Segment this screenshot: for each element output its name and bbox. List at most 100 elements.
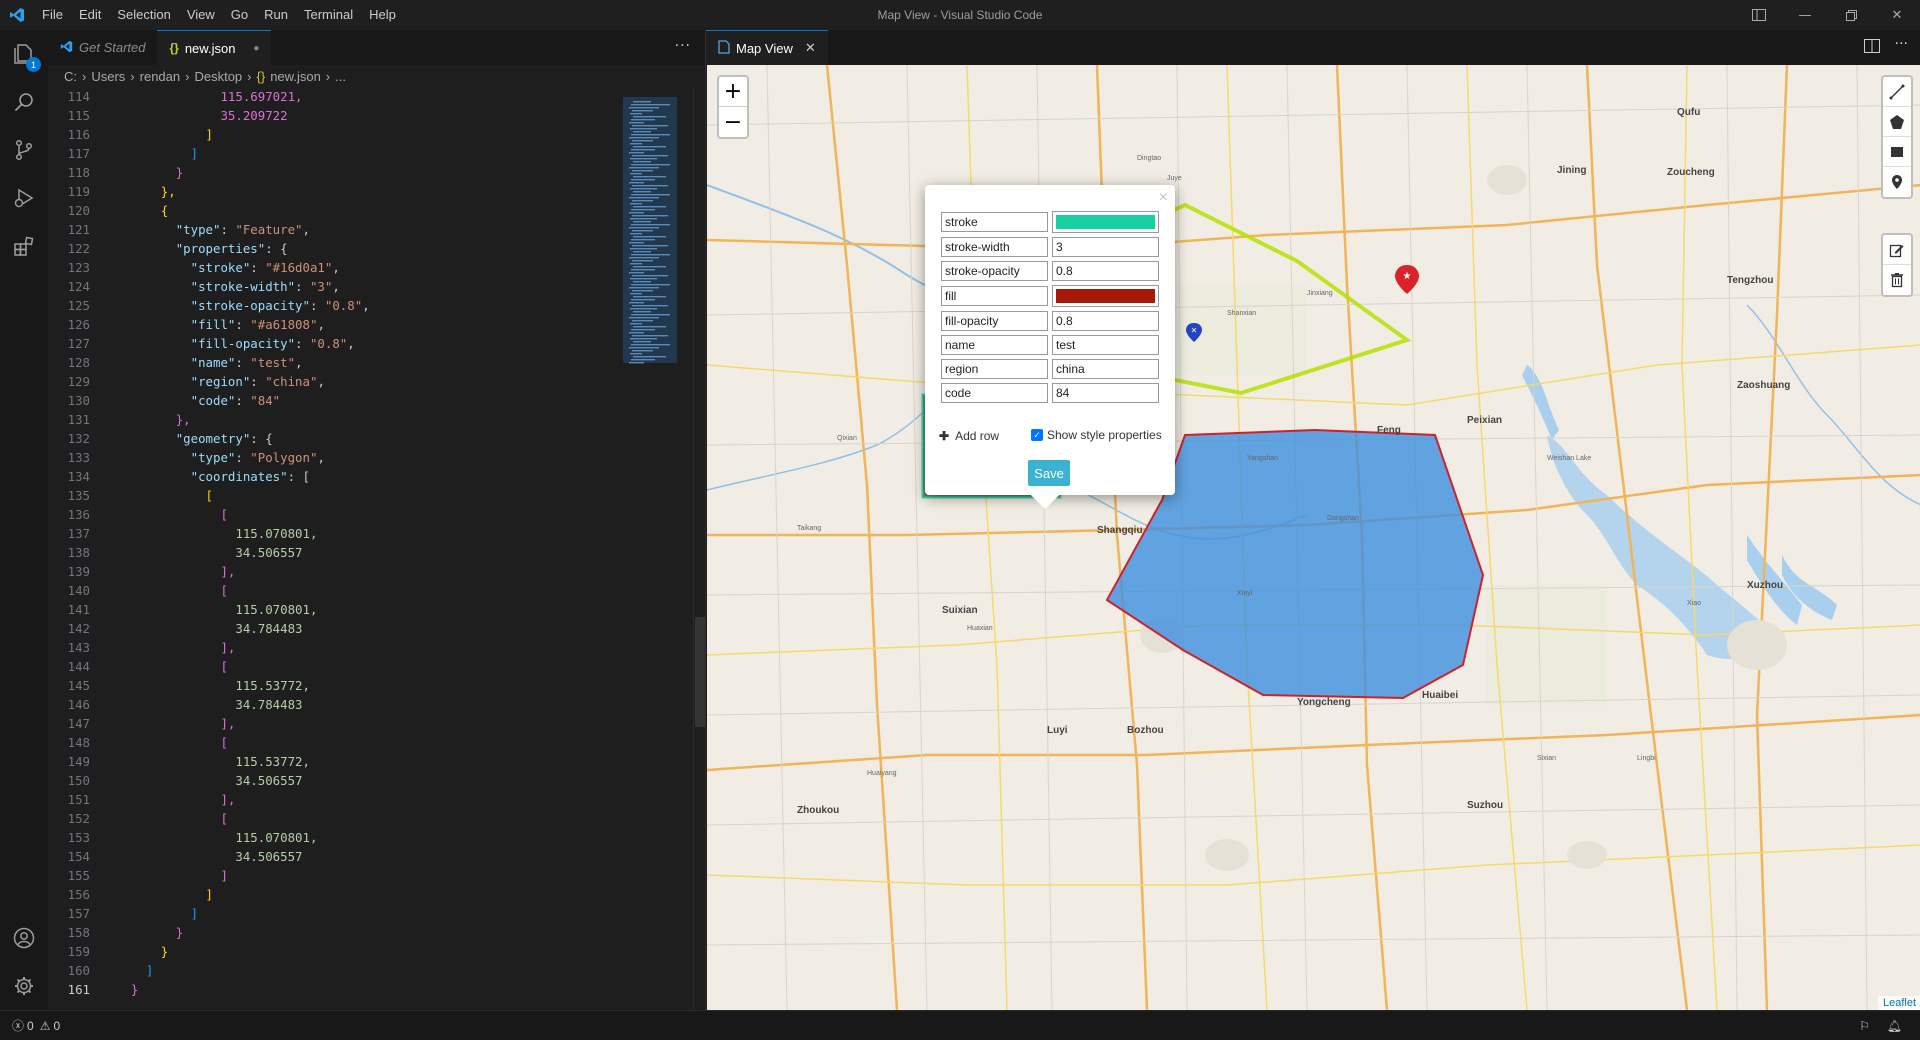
- property-key-input[interactable]: [941, 286, 1048, 306]
- breadcrumb-item[interactable]: C:: [64, 69, 77, 84]
- problems-indicator[interactable]: ⓧ 0 ⚠ 0: [12, 1017, 60, 1034]
- extensions-icon[interactable]: [0, 222, 48, 270]
- line-number: 118: [67, 165, 90, 180]
- property-key-input[interactable]: [941, 237, 1048, 257]
- code-punct: : {: [250, 431, 273, 446]
- delete-layers-icon[interactable]: [1883, 265, 1911, 295]
- line-number: 154: [67, 849, 90, 864]
- code-line: 141 115.070801,: [48, 600, 608, 619]
- zoom-out-button[interactable]: −: [719, 107, 747, 137]
- property-value-input[interactable]: [1052, 383, 1159, 403]
- place-label: Suzhou: [1467, 800, 1504, 811]
- editor-scrollbar[interactable]: [693, 87, 705, 1010]
- property-value-input[interactable]: [1052, 359, 1159, 379]
- popup-close-button[interactable]: ×: [1159, 189, 1168, 207]
- polyline-icon[interactable]: [1883, 77, 1911, 107]
- place-label: Shanxian: [1227, 310, 1257, 317]
- code-line: 130 "code": "84": [48, 391, 608, 410]
- place-label: Jining: [1557, 165, 1587, 176]
- property-key-input[interactable]: [941, 383, 1048, 403]
- minimize-icon[interactable]: —: [1782, 0, 1828, 30]
- place-label: Bozhou: [1127, 725, 1164, 736]
- code-token: ]: [220, 868, 228, 883]
- show-style-label: Show style properties: [1047, 428, 1162, 442]
- code-key: "stroke-width": [190, 279, 296, 294]
- properties-table: [937, 207, 1163, 407]
- zoom-in-button[interactable]: +: [719, 77, 747, 107]
- code-line: 132 "geometry": {: [48, 429, 608, 448]
- property-key-input[interactable]: [941, 261, 1048, 281]
- warning-count: 0: [53, 1018, 61, 1033]
- split-editor-icon[interactable]: [1864, 39, 1880, 57]
- notifications-bell-icon[interactable]: 🔔︎: [1887, 1019, 1902, 1033]
- property-value-input[interactable]: [1052, 311, 1159, 331]
- run-debug-icon[interactable]: [0, 174, 48, 222]
- tab-map-view[interactable]: Map View ✕: [706, 30, 828, 65]
- tab-get-started[interactable]: Get Started: [48, 30, 157, 65]
- breadcrumb-item[interactable]: new.json: [270, 69, 321, 84]
- property-value-input[interactable]: [1052, 335, 1159, 355]
- search-icon[interactable]: [0, 78, 48, 126]
- show-style-checkbox[interactable]: ✓ Show style properties: [1031, 428, 1162, 442]
- property-key-input[interactable]: [941, 311, 1048, 331]
- menu-item-file[interactable]: File: [34, 0, 71, 30]
- more-actions-icon[interactable]: ···: [1895, 36, 1908, 52]
- leaflet-attribution-link[interactable]: Leaflet: [1877, 996, 1920, 1010]
- code-editor[interactable]: 114 115.697021, 115 35.209722 116 ] 117 ] 11…: [48, 87, 608, 1010]
- editor-tabs: Get Started {} new.json ● ···: [48, 30, 705, 65]
- unsaved-dot-icon[interactable]: ●: [253, 43, 259, 54]
- add-row-button[interactable]: ✚ Add row: [939, 429, 999, 443]
- breadcrumb-item[interactable]: Desktop: [194, 69, 242, 84]
- feedback-icon[interactable]: ⚐: [1859, 1019, 1870, 1033]
- marker-icon[interactable]: [1883, 167, 1911, 197]
- minimap[interactable]: [623, 87, 693, 1010]
- breadcrumb-item[interactable]: rendan: [140, 69, 180, 84]
- breadcrumb-item[interactable]: ...: [335, 69, 346, 84]
- breadcrumb: C: › Users › rendan › Desktop ›{} new.json ›...: [48, 65, 705, 87]
- menu-item-edit[interactable]: Edit: [71, 0, 109, 30]
- color-picker-input[interactable]: [1052, 211, 1159, 233]
- breadcrumb-item[interactable]: Users: [91, 69, 125, 84]
- svg-text:✕: ✕: [1191, 326, 1198, 335]
- property-value-input[interactable]: [1052, 261, 1159, 281]
- settings-gear-icon[interactable]: [0, 962, 48, 1010]
- property-key-input[interactable]: [941, 335, 1048, 355]
- line-number: 131: [67, 412, 90, 427]
- more-actions-icon[interactable]: ···: [675, 38, 691, 54]
- menu-item-run[interactable]: Run: [256, 0, 296, 30]
- code-line: 131 },: [48, 410, 608, 429]
- menu-item-view[interactable]: View: [179, 0, 223, 30]
- map-canvas[interactable]: ★ ✕ Jining Qufu Zoucheng Tengzhou Zaoshuang P…: [707, 65, 1920, 1010]
- close-tab-icon[interactable]: ✕: [805, 40, 816, 56]
- menu-item-selection[interactable]: Selection: [109, 0, 178, 30]
- account-icon[interactable]: [0, 914, 48, 962]
- code-line: 128 "name": "test",: [48, 353, 608, 372]
- code-punct: ,: [317, 317, 325, 332]
- property-key-input[interactable]: [941, 359, 1048, 379]
- property-row: [941, 359, 1159, 379]
- close-window-icon[interactable]: ✕: [1874, 0, 1920, 30]
- color-picker-input[interactable]: [1052, 285, 1159, 307]
- save-button[interactable]: Save: [1028, 460, 1070, 486]
- checkbox-checked-icon[interactable]: ✓: [1031, 429, 1043, 441]
- tab-new-json[interactable]: {} new.json ●: [157, 30, 272, 65]
- restore-icon[interactable]: [1828, 0, 1874, 30]
- code-line: 142 34.784483: [48, 619, 608, 638]
- code-number: 115.070801,: [235, 830, 318, 845]
- rectangle-icon[interactable]: [1883, 137, 1911, 167]
- property-row: [941, 211, 1159, 233]
- menu-item-terminal[interactable]: Terminal: [296, 0, 361, 30]
- polygon-icon[interactable]: [1883, 107, 1911, 137]
- edit-layers-icon[interactable]: [1883, 235, 1911, 265]
- layout-icon[interactable]: [1736, 0, 1782, 30]
- property-key-input[interactable]: [941, 212, 1048, 232]
- line-number: 137: [67, 526, 90, 541]
- code-line: 124 "stroke-width": "3",: [48, 277, 608, 296]
- menu-item-go[interactable]: Go: [223, 0, 256, 30]
- explorer-icon[interactable]: 1: [0, 30, 48, 78]
- property-value-input[interactable]: [1052, 237, 1159, 257]
- scrollbar-thumb[interactable]: [695, 617, 705, 727]
- menu-item-help[interactable]: Help: [361, 0, 404, 30]
- code-line: 127 "fill-opacity": "0.8",: [48, 334, 608, 353]
- source-control-icon[interactable]: [0, 126, 48, 174]
